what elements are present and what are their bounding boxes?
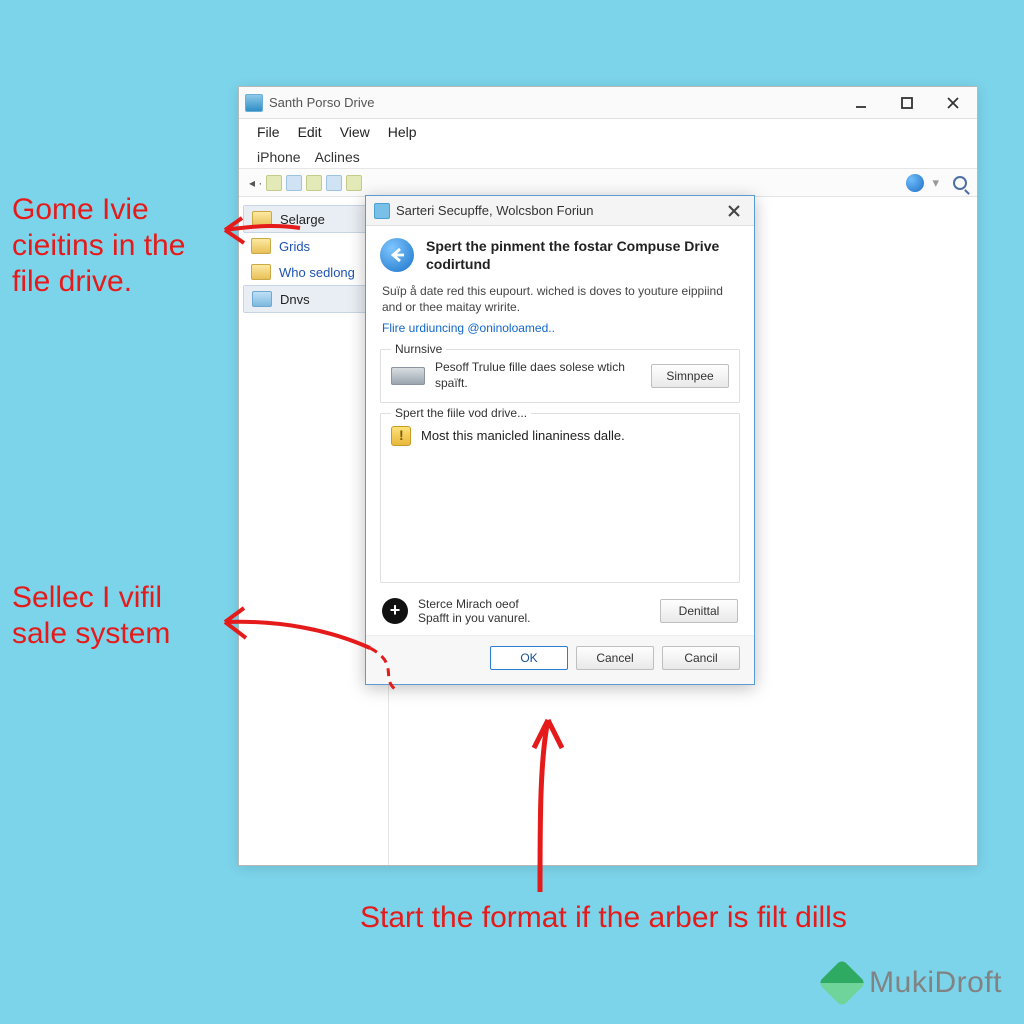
folder-icon <box>251 238 271 254</box>
plus-icon[interactable]: + <box>382 598 408 624</box>
folder-icon <box>252 211 272 227</box>
menu-help[interactable]: Help <box>388 124 417 140</box>
sidebar-item-whosedlong[interactable]: Who sedlong <box>243 259 384 285</box>
subtab-bar: iPhone Aclines <box>239 145 977 169</box>
account-avatar-icon[interactable] <box>906 174 924 192</box>
toolbar-icon[interactable] <box>266 175 282 191</box>
nav-back-icon[interactable]: ◂ · <box>249 176 262 190</box>
group-text: Pesoff Trulue fille daes solese wtich sp… <box>435 360 641 391</box>
group-legend: Nurnsive <box>391 342 446 356</box>
group-legend: Spert the fiile vod drive... <box>391 406 531 420</box>
group-numsive: Nurnsive Pesoff Trulue fille daes solese… <box>380 349 740 402</box>
toolbar: ◂ · ▾ <box>239 169 977 197</box>
dialog-extra-row: + Sterce Mirach oeof Spafft in you vanur… <box>366 593 754 636</box>
cancel-button[interactable]: Cancel <box>576 646 654 670</box>
app-icon <box>245 94 263 112</box>
dialog-heading: Spert the pinment the fostar Compuse Dri… <box>426 238 740 273</box>
sidebar-item-dnvs[interactable]: Dnvs <box>243 285 384 313</box>
sidebar-item-label: Selarge <box>280 212 325 227</box>
menubar: File Edit View Help <box>239 119 977 145</box>
tab-aclines[interactable]: Aclines <box>315 149 360 165</box>
dialog-button-row: OK Cancel Cancil <box>366 635 754 684</box>
extra-line: Sterce Mirach oeof <box>418 597 531 611</box>
ok-button[interactable]: OK <box>490 646 568 670</box>
dialog-header: Spert the pinment the fostar Compuse Dri… <box>366 226 754 279</box>
format-dialog: Sarteri Secupffe, Wolcsbon Foriun Spert … <box>365 195 755 685</box>
sidebar-item-label: Grids <box>279 239 310 254</box>
toolbar-icon[interactable] <box>286 175 302 191</box>
watermark: MukiDroft <box>825 966 1002 1000</box>
drive-icon <box>252 291 272 307</box>
tab-iphone[interactable]: iPhone <box>257 149 301 165</box>
denittal-button[interactable]: Denittal <box>660 599 738 623</box>
toolbar-icon[interactable] <box>346 175 362 191</box>
simnpee-button[interactable]: Simnpee <box>651 364 729 388</box>
search-icon[interactable] <box>953 176 967 190</box>
group-drive-list: Spert the fiile vod drive... Most this m… <box>380 413 740 583</box>
dialog-titlebar: Sarteri Secupffe, Wolcsbon Foriun <box>366 196 754 226</box>
cancil-button[interactable]: Cancil <box>662 646 740 670</box>
sidebar-item-grids[interactable]: Grids <box>243 233 384 259</box>
list-item-label: Most this manicled linaniness dalle. <box>421 428 625 443</box>
sidebar-item-selarge[interactable]: Selarge <box>243 205 384 233</box>
list-item[interactable]: Most this manicled linaniness dalle. <box>391 424 729 448</box>
dialog-icon <box>374 203 390 219</box>
annotation-bottom: Start the format if the arber is filt di… <box>360 900 900 936</box>
extra-line: Spafft in you vanurel. <box>418 611 531 625</box>
menu-edit[interactable]: Edit <box>298 124 322 140</box>
annotation-top: Gome Ivie cieitins in the file drive. <box>12 192 222 300</box>
extra-text: Sterce Mirach oeof Spafft in you vanurel… <box>418 597 531 626</box>
maximize-button[interactable] <box>893 92 921 114</box>
avatar-chevron-icon[interactable]: ▾ <box>932 175 939 191</box>
minimize-button[interactable] <box>847 92 875 114</box>
warning-icon <box>391 426 411 446</box>
close-button[interactable] <box>939 92 967 114</box>
back-arrow-icon[interactable] <box>380 238 414 272</box>
window-title: Santh Porso Drive <box>269 95 847 110</box>
watermark-logo-icon <box>818 959 866 1007</box>
toolbar-icon[interactable] <box>326 175 342 191</box>
menu-view[interactable]: View <box>340 124 370 140</box>
menu-file[interactable]: File <box>257 124 280 140</box>
watermark-text: MukiDroft <box>869 966 1002 1000</box>
annotation-middle: Sellec I vifil sale system <box>12 580 222 652</box>
dialog-subtext: Suïp å date red this eupourt. wiched is … <box>366 279 754 319</box>
dialog-close-button[interactable] <box>722 201 746 221</box>
sidebar-item-label: Who sedlong <box>279 265 355 280</box>
window-titlebar: Santh Porso Drive <box>239 87 977 119</box>
hard-drive-icon <box>391 367 425 385</box>
folder-icon <box>251 264 271 280</box>
dialog-title: Sarteri Secupffe, Wolcsbon Foriun <box>396 203 722 218</box>
sidebar-item-label: Dnvs <box>280 292 310 307</box>
toolbar-icon[interactable] <box>306 175 322 191</box>
window-controls <box>847 92 971 114</box>
